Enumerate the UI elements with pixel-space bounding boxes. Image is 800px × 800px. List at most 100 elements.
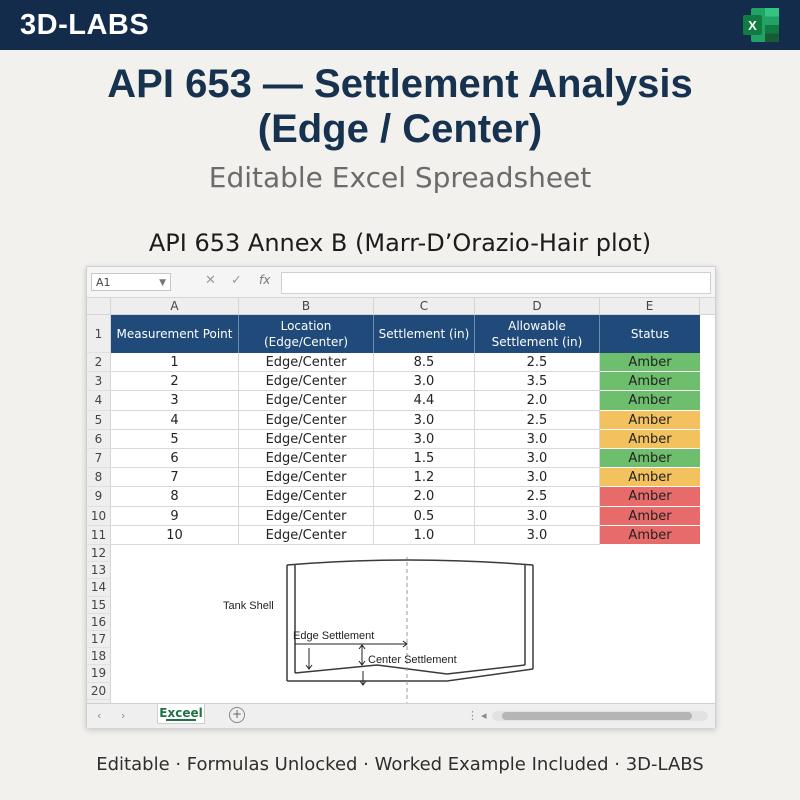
cell-settlement[interactable]: 8.5: [374, 353, 475, 373]
cell-location[interactable]: Edge/Center: [239, 468, 374, 488]
tab-prev-icon[interactable]: ‹: [97, 709, 101, 722]
cell-status[interactable]: Amber: [600, 449, 700, 469]
tab-options-icon[interactable]: ⋮: [467, 709, 478, 722]
add-sheet-icon[interactable]: +: [229, 707, 245, 723]
cell-location[interactable]: Edge/Center: [239, 391, 374, 411]
cell-location[interactable]: Edge/Center: [239, 410, 374, 430]
row-header[interactable]: 2: [87, 353, 111, 373]
cell-point[interactable]: 7: [111, 468, 239, 488]
cell-status[interactable]: Amber: [600, 468, 700, 488]
horizontal-scrollbar[interactable]: [492, 711, 708, 721]
row-header[interactable]: 3: [87, 372, 111, 392]
footer-text: Editable · Formulas Unlocked · Worked Ex…: [96, 754, 704, 775]
cell-allowable[interactable]: 3.0: [475, 506, 600, 526]
cell-status[interactable]: Amber: [600, 353, 700, 373]
sheet-tab-exceel[interactable]: Exceel: [157, 704, 205, 724]
cell-location[interactable]: Edge/Center: [239, 525, 374, 545]
cell-allowable[interactable]: 3.0: [475, 449, 600, 469]
cell-allowable[interactable]: 2.5: [475, 410, 600, 430]
column-header-c[interactable]: C: [374, 298, 475, 315]
cell-settlement[interactable]: 3.0: [374, 410, 475, 430]
cell-point[interactable]: 8: [111, 487, 239, 507]
name-box[interactable]: A1 ▼: [91, 273, 171, 291]
column-header-d[interactable]: D: [475, 298, 600, 315]
cell-allowable[interactable]: 2.0: [475, 391, 600, 411]
header-location[interactable]: Location (Edge/Center): [239, 315, 374, 353]
cell-allowable[interactable]: 3.0: [475, 429, 600, 449]
cell-settlement[interactable]: 2.0: [374, 487, 475, 507]
cell-location[interactable]: Edge/Center: [239, 506, 374, 526]
column-header-b[interactable]: B: [239, 298, 374, 315]
row-header[interactable]: 11: [87, 525, 111, 545]
cell-settlement[interactable]: 1.2: [374, 468, 475, 488]
cell-settlement[interactable]: 0.5: [374, 506, 475, 526]
cell-location[interactable]: Edge/Center: [239, 487, 374, 507]
cell-allowable[interactable]: 3.5: [475, 372, 600, 392]
cell-point[interactable]: 6: [111, 449, 239, 469]
scroll-left-icon[interactable]: ◂: [481, 709, 487, 722]
cell-point[interactable]: 1: [111, 353, 239, 373]
row-header[interactable]: 1: [87, 315, 111, 353]
cell-location[interactable]: Edge/Center: [239, 353, 374, 373]
cell-status[interactable]: Amber: [600, 391, 700, 411]
cell-settlement[interactable]: 3.0: [374, 372, 475, 392]
header-allowable-settlement[interactable]: Allowable Settlement (in): [475, 315, 600, 353]
name-box-value: A1: [96, 276, 111, 289]
function-icon[interactable]: fx: [259, 273, 270, 287]
cancel-icon[interactable]: ✕: [205, 273, 216, 288]
cell-point[interactable]: 9: [111, 506, 239, 526]
header-settlement[interactable]: Settlement (in): [374, 315, 475, 353]
cell-allowable[interactable]: 2.5: [475, 353, 600, 373]
row-header[interactable]: 4: [87, 391, 111, 411]
cell-settlement[interactable]: 1.0: [374, 525, 475, 545]
row-header[interactable]: 12: [87, 545, 111, 563]
formula-input[interactable]: [281, 272, 711, 294]
center-settlement-label: Center Settlement: [368, 654, 457, 666]
cell-point[interactable]: 4: [111, 410, 239, 430]
row-header[interactable]: 10: [87, 506, 111, 526]
cell-status[interactable]: Amber: [600, 525, 700, 545]
cell-location[interactable]: Edge/Center: [239, 449, 374, 469]
cell-settlement[interactable]: 3.0: [374, 429, 475, 449]
column-header-a[interactable]: A: [111, 298, 239, 315]
row-header[interactable]: 20: [87, 682, 111, 700]
cell-status[interactable]: Amber: [600, 372, 700, 392]
row-header[interactable]: 5: [87, 410, 111, 430]
cell-status[interactable]: Amber: [600, 487, 700, 507]
cell-status[interactable]: Amber: [600, 429, 700, 449]
header-measurement-point[interactable]: Measurement Point: [111, 315, 239, 353]
row-header[interactable]: 14: [87, 579, 111, 597]
cell-point[interactable]: 10: [111, 525, 239, 545]
row-header[interactable]: 9: [87, 487, 111, 507]
select-all-corner[interactable]: [87, 298, 111, 315]
cell-location[interactable]: Edge/Center: [239, 372, 374, 392]
cell-location[interactable]: Edge/Center: [239, 429, 374, 449]
cell-point[interactable]: 5: [111, 429, 239, 449]
row-header[interactable]: 17: [87, 631, 111, 649]
cell-allowable[interactable]: 2.5: [475, 487, 600, 507]
header-status[interactable]: Status: [600, 315, 700, 353]
column-header-f[interactable]: [700, 298, 715, 315]
scrollbar-thumb[interactable]: [502, 712, 692, 720]
row-header[interactable]: 18: [87, 648, 111, 666]
cell-allowable[interactable]: 3.0: [475, 525, 600, 545]
column-header-e[interactable]: E: [600, 298, 700, 315]
cell-point[interactable]: 2: [111, 372, 239, 392]
cell-status[interactable]: Amber: [600, 410, 700, 430]
row-header[interactable]: 19: [87, 665, 111, 683]
cell-status[interactable]: Amber: [600, 506, 700, 526]
row-header[interactable]: 8: [87, 468, 111, 488]
row-header[interactable]: 13: [87, 562, 111, 580]
row-header[interactable]: 6: [87, 429, 111, 449]
sheet-tab-bar: ‹ › Exceel + ⋮ ◂: [87, 703, 715, 728]
cell-point[interactable]: 3: [111, 391, 239, 411]
row-header[interactable]: 15: [87, 596, 111, 614]
cell-settlement[interactable]: 1.5: [374, 449, 475, 469]
cell-settlement[interactable]: 4.4: [374, 391, 475, 411]
tab-next-icon[interactable]: ›: [121, 709, 125, 722]
cell-allowable[interactable]: 3.0: [475, 468, 600, 488]
enter-icon[interactable]: ✓: [231, 273, 242, 288]
row-header[interactable]: 7: [87, 449, 111, 469]
row-header[interactable]: 16: [87, 613, 111, 631]
excel-icon: X: [743, 8, 779, 42]
